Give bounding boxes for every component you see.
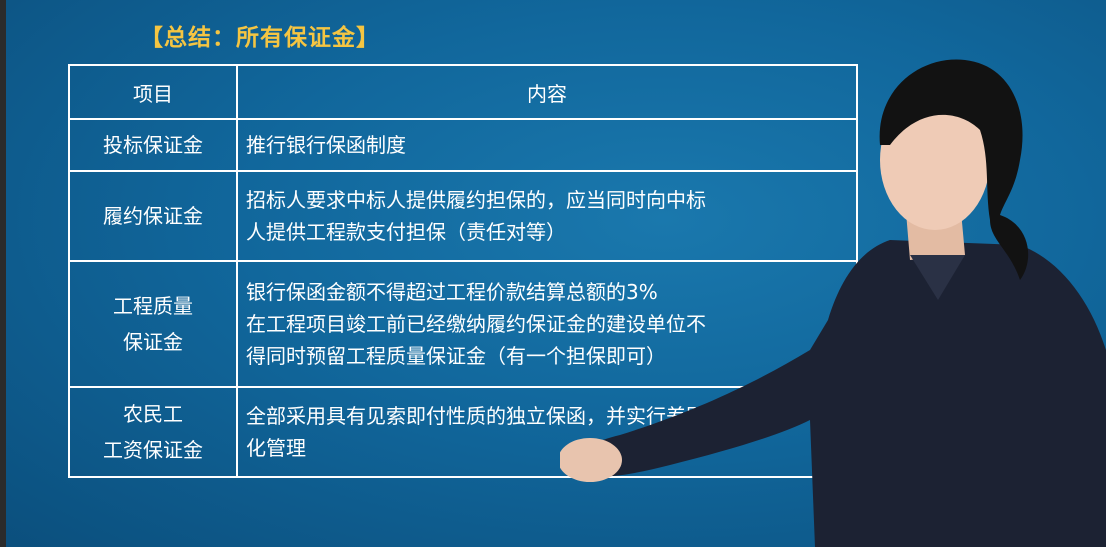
item-label: 工程质量 xyxy=(113,294,193,318)
presenter-figure xyxy=(560,59,1106,547)
frame-edge xyxy=(0,0,6,547)
presenter-jacket xyxy=(577,240,1106,547)
presenter-hand xyxy=(560,438,622,482)
header-item: 项目 xyxy=(68,64,238,120)
item-label: 履约保证金 xyxy=(103,204,203,228)
item-label: 工资保证金 xyxy=(103,438,203,462)
item-cell: 投标保证金 xyxy=(68,118,238,172)
item-cell: 工程质量 保证金 xyxy=(68,260,238,388)
item-cell: 农民工 工资保证金 xyxy=(68,386,238,478)
item-label: 投标保证金 xyxy=(103,133,203,157)
video-frame: 【总结：所有保证金】 项目 内容 投标保证金 推行银行保函制度 履约保证金 招标… xyxy=(0,0,1106,547)
item-cell: 履约保证金 xyxy=(68,170,238,262)
slide-title: 【总结：所有保证金】 xyxy=(140,25,380,51)
item-label: 保证金 xyxy=(123,330,183,354)
item-label: 农民工 xyxy=(123,402,183,426)
